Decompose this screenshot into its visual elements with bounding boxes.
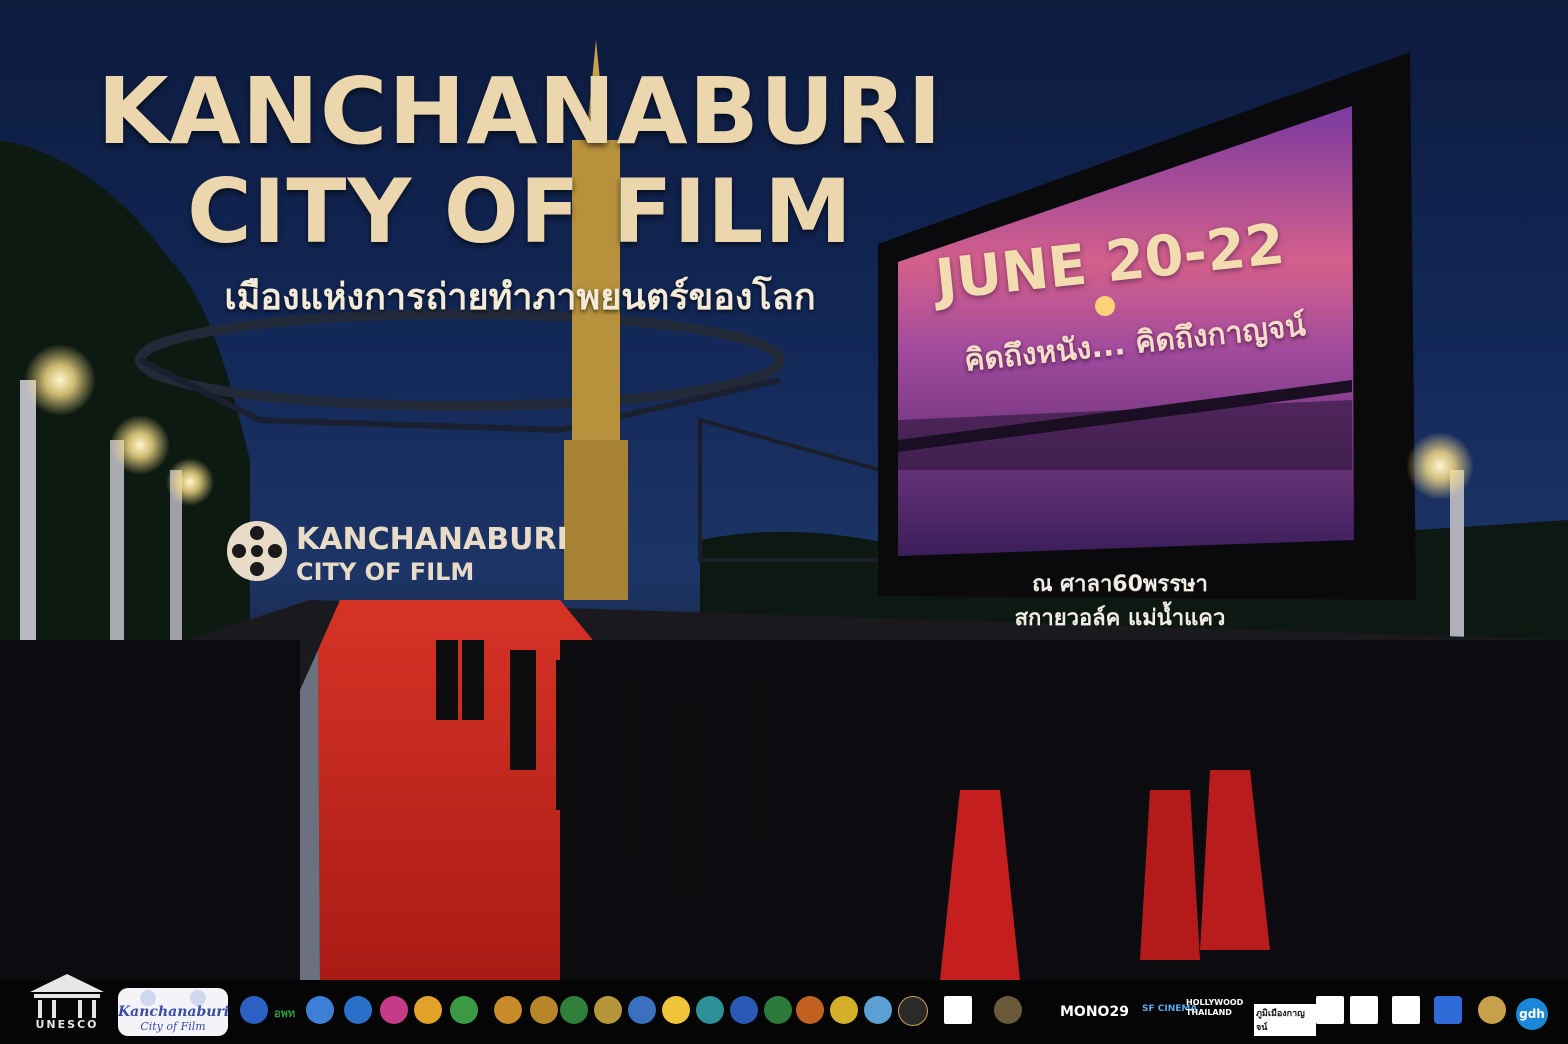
- stage-sign-line-1: KANCHANABURI: [296, 522, 568, 557]
- kanchanaburi-logo-line-2: City of Film: [140, 1020, 206, 1033]
- film-reel-icon: [227, 521, 287, 581]
- headline-subtitle-thai: เมืองแห่งการถ่ายทำภาพยนตร์ของโลก: [224, 277, 816, 318]
- partner-seal-icon: [560, 996, 588, 1024]
- partner-seal-icon: [306, 996, 334, 1024]
- partner-seal-icon: [344, 996, 372, 1024]
- stage-sign-line-2: CITY OF FILM: [296, 558, 475, 586]
- stage-sign: KANCHANABURI CITY OF FILM: [224, 516, 584, 592]
- unesco-label: UNESCO: [35, 1018, 99, 1031]
- partner-seal-icon: [450, 996, 478, 1024]
- venue-line-2: สกายวอล์ค แม่น้ำแคว: [1014, 606, 1226, 631]
- partner-seal-icon: [594, 996, 622, 1024]
- partner-seal-icon: [764, 996, 792, 1024]
- partner-seal-icon: [1350, 996, 1378, 1024]
- kanchanaburi-logo-line-1: Kanchanaburi: [118, 1004, 230, 1020]
- partner-seal-icon: [796, 996, 824, 1024]
- partner-seal-icon: [730, 996, 758, 1024]
- partner-seal-icon: [994, 996, 1022, 1024]
- partner-seal-icon: [1434, 996, 1462, 1024]
- partner-seal-icon: [414, 996, 442, 1024]
- headline-line-2: CITY OF FILM: [187, 160, 853, 263]
- partner-seal-icon: [380, 996, 408, 1024]
- partner-name-mono29: MONO29: [1060, 1004, 1129, 1020]
- partner-seal-icon: [494, 996, 522, 1024]
- partner-seal-icon: [530, 996, 558, 1024]
- headline-line-1: KANCHANABURI: [97, 58, 943, 165]
- partner-seal-icon: [628, 996, 656, 1024]
- partner-seal-icon: [944, 996, 972, 1024]
- partner-seal-icon: [1478, 996, 1506, 1024]
- venue-line-1: ณ ศาลา60พรรษา: [1032, 572, 1208, 597]
- partner-name-gdh: gdh: [1516, 998, 1548, 1030]
- partner-seal-icon: [1316, 996, 1344, 1024]
- partner-seal-icon: [1392, 996, 1420, 1024]
- partner-seal-icon: [830, 996, 858, 1024]
- partner-name-bhum-muang-kanchana: ภูมิเมืองกาญจน์: [1254, 1004, 1316, 1036]
- event-poster: KANCHANABURI CITY OF FILM เมืองแห่งการถ่…: [0, 0, 1568, 1044]
- partner-seal-icon: [898, 996, 928, 1026]
- partner-seal-icon: [240, 996, 268, 1024]
- partner-name-dasta: อพท: [274, 1007, 296, 1020]
- partner-name-hollywood-thailand: HOLLYWOOD THAILAND: [1186, 998, 1244, 1017]
- partner-seal-icon: [696, 996, 724, 1024]
- partner-seal-icon: [662, 996, 690, 1024]
- partner-seal-icon: [864, 996, 892, 1024]
